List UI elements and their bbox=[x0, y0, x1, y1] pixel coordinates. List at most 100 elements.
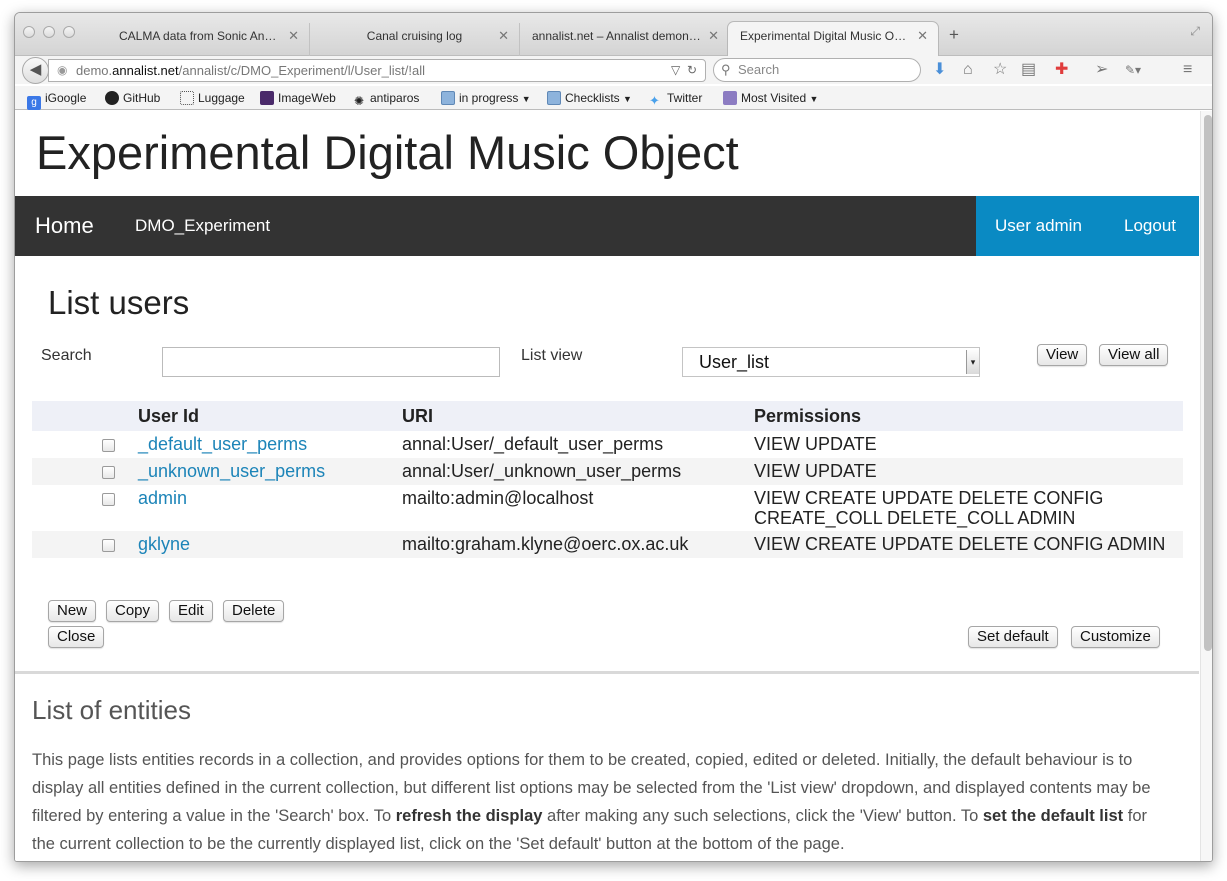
table-row: gklyne mailto:graham.klyne@oerc.ox.ac.uk… bbox=[32, 531, 1183, 558]
user-permissions: VIEW CREATE UPDATE DELETE CONFIG ADMIN bbox=[754, 534, 1166, 554]
search-label: Search bbox=[41, 347, 92, 364]
tab-annalist[interactable]: annalist.net – Annalist demon… ✕ bbox=[520, 23, 730, 56]
close-tab-icon[interactable]: ✕ bbox=[917, 22, 928, 50]
close-tab-icon[interactable]: ✕ bbox=[288, 23, 299, 49]
bookmark-luggage[interactable]: Luggage bbox=[180, 90, 245, 106]
page-viewport: Experimental Digital Music Object Home D… bbox=[15, 111, 1199, 861]
chevron-down-icon: ▼ bbox=[623, 94, 632, 104]
list-view-selected-value: User_list bbox=[699, 352, 770, 372]
tab-experimental-dmo[interactable]: Experimental Digital Music Ob… ✕ bbox=[727, 21, 939, 57]
folder-icon bbox=[441, 91, 455, 105]
bookmark-folder-checklists[interactable]: Checklists ▼ bbox=[547, 90, 632, 107]
url-bar[interactable]: ◉ demo.annalist.net/annalist/c/DMO_Exper… bbox=[48, 59, 706, 82]
browser-search-field[interactable]: ⚲ Search bbox=[713, 58, 921, 82]
bookmark-label: GitHub bbox=[123, 91, 161, 105]
search-input[interactable] bbox=[162, 347, 500, 377]
bookmark-most-visited[interactable]: Most Visited ▼ bbox=[723, 90, 818, 107]
nav-user-admin-link[interactable]: User admin bbox=[995, 196, 1082, 256]
view-all-button[interactable]: View all bbox=[1099, 344, 1169, 366]
nav-collection-link[interactable]: DMO_Experiment bbox=[135, 196, 270, 256]
bookmark-label: Luggage bbox=[198, 91, 245, 105]
page-heading: List users bbox=[48, 284, 190, 321]
send-icon[interactable]: ➢ bbox=[1095, 60, 1108, 80]
download-icon[interactable]: ⬇ bbox=[933, 60, 946, 80]
user-id-link[interactable]: _default_user_perms bbox=[138, 434, 307, 455]
scrollbar-thumb[interactable] bbox=[1204, 115, 1212, 651]
row-checkbox[interactable] bbox=[102, 493, 115, 506]
new-tab-button[interactable]: + bbox=[949, 26, 959, 43]
close-tab-icon[interactable]: ✕ bbox=[498, 23, 509, 49]
addon-icon[interactable]: ✚ bbox=[1055, 60, 1068, 80]
github-icon bbox=[105, 91, 119, 105]
new-button[interactable]: New bbox=[48, 600, 97, 622]
bookmark-label: Most Visited bbox=[741, 91, 807, 105]
gear-icon: ✺ bbox=[353, 94, 365, 108]
user-permissions: VIEW CREATE UPDATE DELETE CONFIG CREATE_… bbox=[754, 488, 1104, 528]
user-id-link[interactable]: admin bbox=[138, 488, 187, 509]
row-checkbox[interactable] bbox=[102, 539, 115, 552]
nav-logout-link[interactable]: Logout bbox=[1124, 196, 1176, 256]
bookmark-twitter[interactable]: ✦ Twitter bbox=[649, 90, 702, 108]
globe-icon: ◉ bbox=[57, 63, 68, 77]
list-view-select[interactable]: User_list ▾ bbox=[682, 347, 980, 377]
row-checkbox[interactable] bbox=[102, 439, 115, 452]
copy-button[interactable]: Copy bbox=[106, 600, 160, 622]
nav-home-link[interactable]: Home bbox=[35, 196, 94, 256]
extension-icon[interactable]: ✎▾ bbox=[1125, 60, 1141, 80]
close-tab-icon[interactable]: ✕ bbox=[708, 23, 719, 49]
table-row: _unknown_user_perms annal:User/_unknown_… bbox=[32, 458, 1183, 485]
browser-search-placeholder: Search bbox=[738, 62, 780, 77]
tab-label: Experimental Digital Music Ob… bbox=[740, 29, 912, 43]
bookmark-github[interactable]: GitHub bbox=[105, 90, 160, 106]
imageweb-icon bbox=[260, 91, 274, 105]
set-default-button[interactable]: Set default bbox=[968, 626, 1058, 648]
zoom-window-button[interactable] bbox=[63, 26, 75, 38]
customize-button[interactable]: Customize bbox=[1071, 626, 1160, 648]
url-host: annalist.net bbox=[112, 63, 179, 78]
dotted-box-icon bbox=[180, 91, 194, 105]
view-button[interactable]: View bbox=[1037, 344, 1088, 366]
bookmark-label: in progress bbox=[459, 91, 519, 105]
user-id-link[interactable]: gklyne bbox=[138, 534, 190, 555]
twitter-icon: ✦ bbox=[649, 93, 660, 108]
minimize-window-button[interactable] bbox=[43, 26, 55, 38]
folder-icon bbox=[547, 91, 561, 105]
home-icon[interactable]: ⌂ bbox=[963, 60, 973, 80]
help-text-bold: refresh the display bbox=[395, 807, 543, 825]
browser-window: CALMA data from Sonic Annot… ✕ Canal cru… bbox=[14, 12, 1213, 862]
user-permissions: VIEW UPDATE bbox=[754, 434, 877, 454]
bookmark-label: antiparos bbox=[370, 91, 420, 105]
table-row: admin mailto:admin@localhost VIEW CREATE… bbox=[32, 485, 1183, 531]
url-prefix: demo. bbox=[76, 63, 113, 78]
most-visited-icon bbox=[723, 91, 737, 105]
reload-icon[interactable]: ▽ ↻ bbox=[671, 60, 697, 81]
bookmark-imageweb[interactable]: ImageWeb bbox=[260, 90, 336, 106]
users-table: User Id URI Permissions _default_user_pe… bbox=[32, 401, 1183, 558]
bookmark-label: Checklists bbox=[565, 91, 620, 105]
user-id-link[interactable]: _unknown_user_perms bbox=[138, 461, 325, 482]
site-title: Experimental Digital Music Object bbox=[36, 126, 739, 179]
edit-button[interactable]: Edit bbox=[169, 600, 213, 622]
bookmark-folder-in-progress[interactable]: in progress ▼ bbox=[441, 90, 531, 107]
bookmark-igoogle[interactable]: g iGoogle bbox=[27, 90, 86, 110]
user-uri: annal:User/_default_user_perms bbox=[402, 434, 664, 454]
tab-strip: CALMA data from Sonic Annot… ✕ Canal cru… bbox=[15, 13, 1212, 57]
back-button[interactable]: ◀ bbox=[22, 57, 49, 84]
tab-calma[interactable]: CALMA data from Sonic Annot… ✕ bbox=[95, 23, 310, 56]
bookmarks-menu-icon[interactable]: ▤ bbox=[1021, 60, 1036, 80]
bookmark-star-icon[interactable]: ☆ bbox=[993, 60, 1007, 80]
close-window-button[interactable] bbox=[23, 26, 35, 38]
fullscreen-icon[interactable]: ⤢ bbox=[1190, 24, 1200, 39]
bookmark-antiparos[interactable]: ✺ antiparos bbox=[352, 90, 419, 108]
delete-button[interactable]: Delete bbox=[223, 600, 285, 622]
search-icon: ⚲ bbox=[721, 62, 731, 77]
user-uri: annal:User/_unknown_user_perms bbox=[402, 461, 682, 481]
bookmarks-bar: g iGoogle GitHub Luggage ImageWeb ✺ antipa… bbox=[15, 86, 1212, 110]
tab-canal[interactable]: Canal cruising log ✕ bbox=[310, 23, 520, 56]
column-header-permissions: Permissions bbox=[754, 406, 862, 426]
close-button[interactable]: Close bbox=[48, 626, 105, 648]
vertical-scrollbar[interactable] bbox=[1200, 111, 1212, 861]
menu-icon[interactable]: ≡ bbox=[1183, 60, 1192, 80]
row-checkbox[interactable] bbox=[102, 466, 115, 479]
top-navigation: Home DMO_Experiment User admin Logout bbox=[15, 196, 1199, 256]
